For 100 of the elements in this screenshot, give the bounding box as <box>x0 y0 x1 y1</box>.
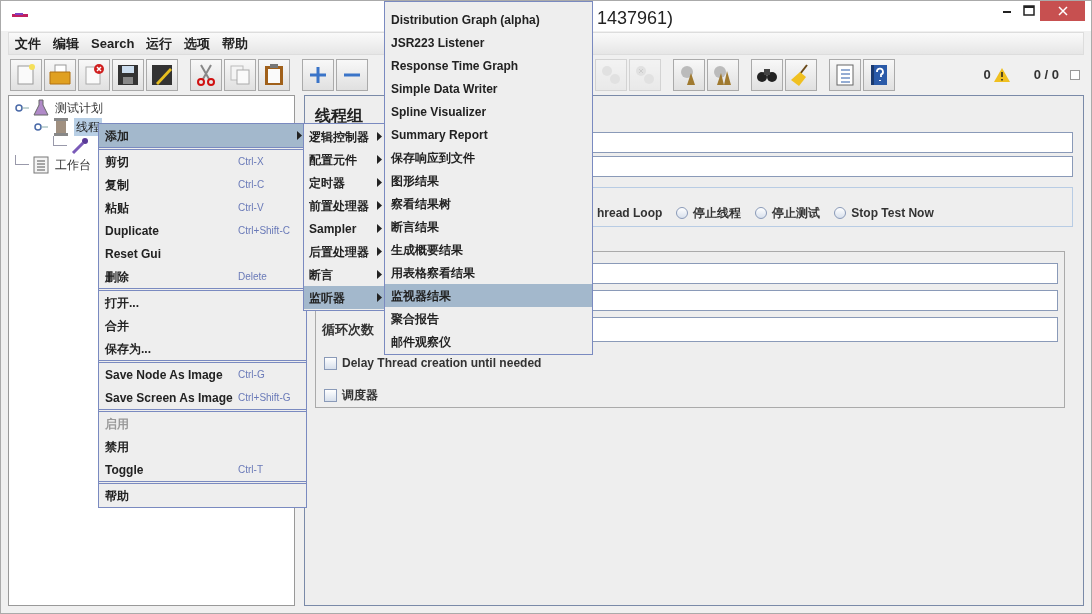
scissors-icon <box>194 63 218 87</box>
context-menu-item[interactable]: 复制 Ctrl-C <box>99 173 306 196</box>
context-menu-item[interactable]: Reset Gui <box>99 242 306 265</box>
submenu-item[interactable]: 定时器 <box>304 171 385 194</box>
list-icon <box>833 63 857 87</box>
submenu-item[interactable]: 生成概要结果 <box>385 238 592 261</box>
shortcut-label: Ctrl-G <box>238 368 265 382</box>
text-field[interactable] <box>592 156 1073 177</box>
thread-count: 0 / 0 <box>1033 66 1059 85</box>
panel-title: 线程组 <box>315 106 363 126</box>
submenu-item[interactable]: 监视器结果 <box>385 284 592 307</box>
context-menu-item[interactable]: 粘贴 Ctrl-V <box>99 196 306 219</box>
text-field[interactable] <box>592 132 1073 153</box>
close-icon <box>1057 6 1068 16</box>
shortcut-label: Delete <box>238 270 267 284</box>
submenu-item[interactable]: 用表格察看结果 <box>385 261 592 284</box>
submenu-arrow-icon <box>297 131 302 140</box>
submenu-item[interactable]: 配置元件 <box>304 148 385 171</box>
context-menu-item[interactable]: 剪切 Ctrl-X <box>99 150 306 173</box>
submenu-arrow-icon <box>377 178 382 187</box>
shortcut-label: Ctrl-T <box>238 463 263 477</box>
blank-page-icon <box>14 63 38 87</box>
gears-x-icon <box>633 63 657 87</box>
radio-label: Stop Test Now <box>851 205 934 222</box>
menu-item[interactable]: 编辑 <box>53 33 79 54</box>
radio-label: hread Loop <box>597 205 663 222</box>
submenu-item[interactable]: 断言结果 <box>385 215 592 238</box>
tree-item[interactable]: 工作台 <box>53 155 93 174</box>
context-menu-item[interactable]: 合并 <box>99 314 306 337</box>
toolbar-button[interactable] <box>863 59 895 91</box>
submenu-item[interactable]: 邮件观察仪 <box>385 330 592 353</box>
shortcut-label: Ctrl+Shift-C <box>238 224 290 238</box>
shortcut-label: Ctrl-V <box>238 201 264 215</box>
submenu-item[interactable]: 监听器 <box>304 286 385 309</box>
submenu-item[interactable]: 图形结果 <box>385 169 592 192</box>
checkbox[interactable] <box>324 388 337 402</box>
submenu-item[interactable]: 察看结果树 <box>385 192 592 215</box>
spool-icon <box>52 116 70 137</box>
submenu-item[interactable]: Response Time Graph <box>385 54 592 77</box>
radio-label: 停止测试 <box>772 205 821 222</box>
context-menu-item[interactable]: 禁用 <box>99 435 306 458</box>
page-with-x-icon <box>82 63 106 87</box>
menu-item[interactable]: 文件 <box>15 33 41 54</box>
context-menu-item[interactable]: 添加 <box>99 124 306 147</box>
submenu-item[interactable]: Spline Visualizer <box>385 100 592 123</box>
checkbox-label: 调度器 <box>342 387 378 404</box>
radio-label: 停止线程 <box>693 205 742 222</box>
submenu-item[interactable]: Sampler <box>304 217 385 240</box>
submenu-item[interactable]: Distribution Graph (alpha) <box>385 8 592 31</box>
menu-item[interactable]: 帮助 <box>222 33 249 54</box>
shortcut-label: Ctrl-C <box>238 178 265 192</box>
submenu-item[interactable]: Summary Report <box>385 123 592 146</box>
menu-item[interactable]: 选项 <box>184 33 211 54</box>
submenu-item[interactable]: 逻辑控制器 <box>304 125 385 148</box>
context-menu-item[interactable]: Save Node As Image Ctrl-G <box>99 363 306 386</box>
context-menu-item[interactable]: 保存为... <box>99 337 306 360</box>
submenu-arrow-icon <box>377 247 382 256</box>
minus-icon <box>344 73 360 77</box>
toolbar-button[interactable] <box>146 59 178 91</box>
tree-item[interactable]: 测试计划 <box>53 98 105 117</box>
menu-item[interactable]: 运行 <box>146 33 173 54</box>
radio-button[interactable] <box>834 207 847 219</box>
context-menu-item[interactable]: 打开... <box>99 291 306 314</box>
submenu-item[interactable]: 聚合报告 <box>385 307 592 330</box>
context-menu-item[interactable]: 帮助 <box>99 484 306 507</box>
status-indicator <box>1070 70 1080 80</box>
checkbox-label: Delay Thread creation until needed <box>342 355 542 372</box>
radio-button[interactable] <box>676 207 689 219</box>
window-title: 1437961) <box>597 7 674 30</box>
checkbox[interactable] <box>324 356 337 370</box>
clipboard-icon <box>262 63 286 87</box>
context-menu-item[interactable]: Save Screen As Image Ctrl+Shift-G <box>99 386 306 409</box>
submenu-item[interactable]: 后置处理器 <box>304 240 385 263</box>
context-menu-item[interactable]: Duplicate Ctrl+Shift-C <box>99 219 306 242</box>
flask-icon <box>33 98 49 117</box>
submenu-arrow-icon <box>377 293 382 302</box>
tree-handle-icon[interactable] <box>34 121 48 132</box>
submenu-item[interactable]: 断言 <box>304 263 385 286</box>
context-menu-item[interactable]: Toggle Ctrl-T <box>99 458 306 481</box>
submenu-item[interactable]: 保存响应到文件 <box>385 146 592 169</box>
toolbar-button[interactable] <box>112 59 144 91</box>
tree-handle-icon[interactable] <box>15 102 29 113</box>
submenu-item[interactable]: Simple Data Writer <box>385 77 592 100</box>
submenu-arrow-icon <box>377 224 382 233</box>
menu-item[interactable]: Search <box>91 33 135 54</box>
context-menu-item[interactable]: 删除 Delete <box>99 265 306 288</box>
pipette-icon <box>71 136 89 155</box>
warning-icon[interactable] <box>993 68 1010 82</box>
warning-count: 0 <box>983 66 991 85</box>
toolbar-button[interactable] <box>751 59 783 91</box>
radio-button[interactable] <box>755 207 768 219</box>
submenu-item[interactable]: 前置处理器 <box>304 194 385 217</box>
field-label: 循环次数 <box>322 320 374 339</box>
copy-pages-icon <box>228 63 252 87</box>
submenu-arrow-icon <box>377 270 382 279</box>
floppy-pencil-icon <box>150 63 174 87</box>
submenu-item[interactable]: JSR223 Listener <box>385 31 592 54</box>
clipboard-list-icon <box>33 155 49 174</box>
folder-icon <box>48 63 72 87</box>
app-icon <box>12 13 28 19</box>
